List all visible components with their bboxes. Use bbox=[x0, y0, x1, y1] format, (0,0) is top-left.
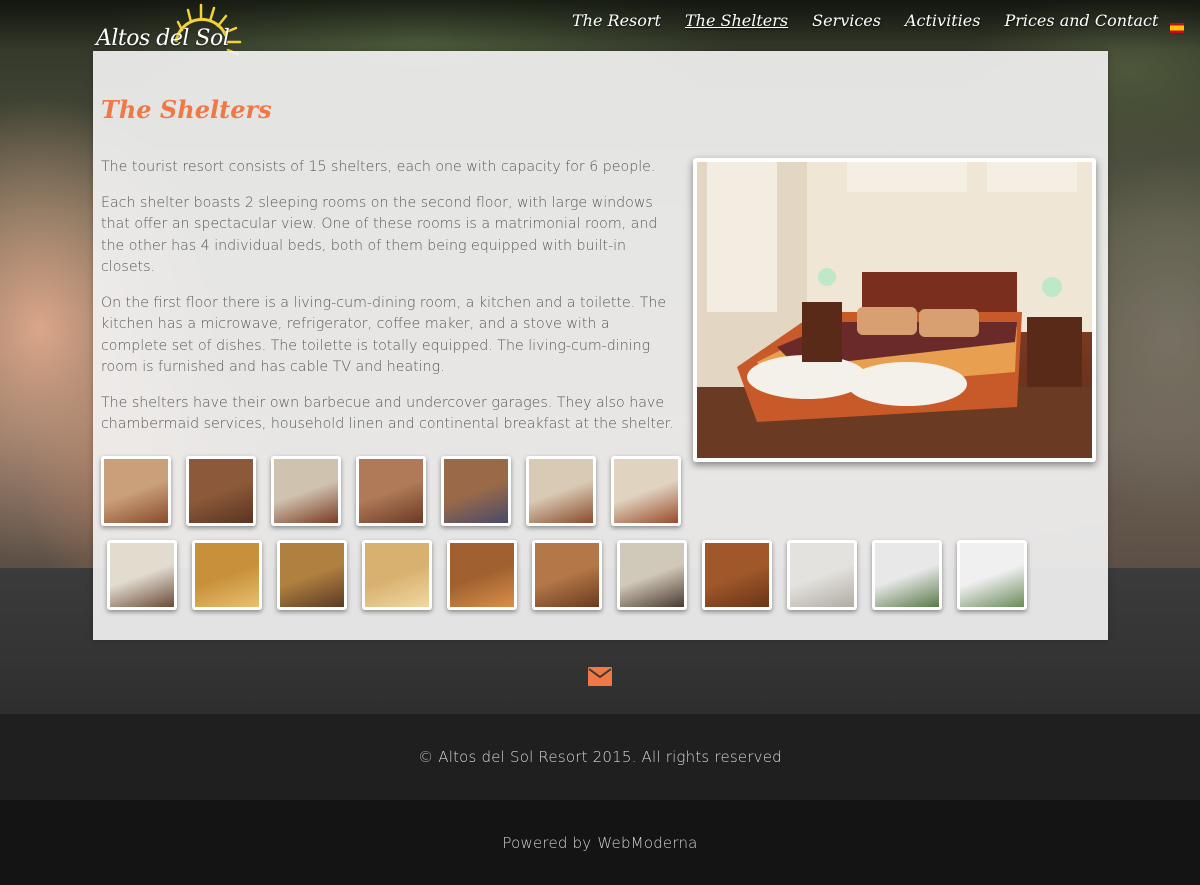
mail-icon[interactable] bbox=[588, 667, 612, 686]
copyright-bar: © Altos del Sol Resort 2015. All rights … bbox=[0, 714, 1200, 800]
thumb-exterior-2[interactable] bbox=[957, 540, 1027, 610]
thumb-bunk-room-3[interactable] bbox=[441, 456, 511, 526]
thumbnail-image bbox=[614, 459, 678, 523]
thumbnail-image bbox=[110, 543, 174, 607]
thumbnail-image bbox=[875, 543, 939, 607]
spanish-flag-icon[interactable] bbox=[1170, 23, 1184, 33]
thumb-bedroom-3[interactable] bbox=[611, 456, 681, 526]
thumbnail-image bbox=[450, 543, 514, 607]
thumb-stairs[interactable] bbox=[186, 456, 256, 526]
thumb-exterior-1[interactable] bbox=[872, 540, 942, 610]
thumb-living-1[interactable] bbox=[447, 540, 517, 610]
thumb-bathroom[interactable] bbox=[787, 540, 857, 610]
thumbnail-image bbox=[104, 459, 168, 523]
nav-activities[interactable]: Activities bbox=[905, 11, 980, 30]
top-navigation-bar: Altos del Sol The Resort The Shelters Se… bbox=[0, 0, 1200, 56]
paragraph-services: The shelters have their own barbecue and… bbox=[101, 394, 674, 433]
gallery-row-2 bbox=[107, 540, 1042, 610]
main-nav: The Resort The Shelters Services Activit… bbox=[560, 11, 1170, 30]
thumb-breakfast-1[interactable] bbox=[192, 540, 262, 610]
thumb-kitchen-1[interactable] bbox=[107, 540, 177, 610]
powered-by-label: Powered by bbox=[502, 833, 592, 852]
gallery-row-1 bbox=[101, 456, 696, 526]
thumbnail-image bbox=[529, 459, 593, 523]
thumb-bedroom-2[interactable] bbox=[526, 456, 596, 526]
logo-text: Altos del Sol bbox=[96, 26, 230, 51]
powered-by-bar: Powered by WebModerna bbox=[0, 800, 1200, 885]
thumbnail-image bbox=[620, 543, 684, 607]
nav-services[interactable]: Services bbox=[812, 11, 881, 30]
thumbnail-image bbox=[444, 459, 508, 523]
page-title: The Shelters bbox=[101, 95, 272, 124]
thumbnail-image bbox=[365, 543, 429, 607]
thumbnail-image bbox=[195, 543, 259, 607]
thumb-hallway[interactable] bbox=[702, 540, 772, 610]
thumb-bunk-room-2[interactable] bbox=[356, 456, 426, 526]
thumb-breakfast-2[interactable] bbox=[362, 540, 432, 610]
paragraph-bedrooms: Each shelter boasts 2 sleeping rooms on … bbox=[101, 194, 658, 276]
thumbnail-image bbox=[274, 459, 338, 523]
thumb-bunk-room-1[interactable] bbox=[271, 456, 341, 526]
paragraph-first-floor: On the first floor there is a living-cum… bbox=[101, 294, 667, 376]
thumbnail-image bbox=[960, 543, 1024, 607]
copyright-text: © Altos del Sol Resort 2015. All rights … bbox=[418, 748, 782, 766]
main-photo-bedroom[interactable] bbox=[693, 158, 1096, 462]
thumbnail-image bbox=[535, 543, 599, 607]
description-text: The tourist resort consists of 15 shelte… bbox=[101, 157, 679, 450]
thumb-dining-1[interactable] bbox=[277, 540, 347, 610]
thumbnail-image bbox=[705, 543, 769, 607]
nav-prices-and-contact[interactable]: Prices and Contact bbox=[1004, 11, 1158, 30]
thumbnail-image bbox=[280, 543, 344, 607]
content-panel: The Shelters The tourist resort consists… bbox=[93, 51, 1108, 640]
nav-the-resort[interactable]: The Resort bbox=[572, 11, 661, 30]
bedroom-photo-image bbox=[697, 162, 1092, 458]
site-logo[interactable]: Altos del Sol bbox=[96, 2, 251, 58]
thumbnail-image bbox=[790, 543, 854, 607]
paragraph-capacity: The tourist resort consists of 15 shelte… bbox=[101, 159, 656, 175]
thumbnail-image bbox=[359, 459, 423, 523]
thumbnail-image bbox=[189, 459, 253, 523]
thumb-bedroom-1[interactable] bbox=[101, 456, 171, 526]
nav-the-shelters[interactable]: The Shelters bbox=[685, 11, 788, 30]
webmoderna-link[interactable]: WebModerna bbox=[597, 834, 697, 852]
thumb-kitchen-2[interactable] bbox=[617, 540, 687, 610]
thumb-dining-2[interactable] bbox=[532, 540, 602, 610]
